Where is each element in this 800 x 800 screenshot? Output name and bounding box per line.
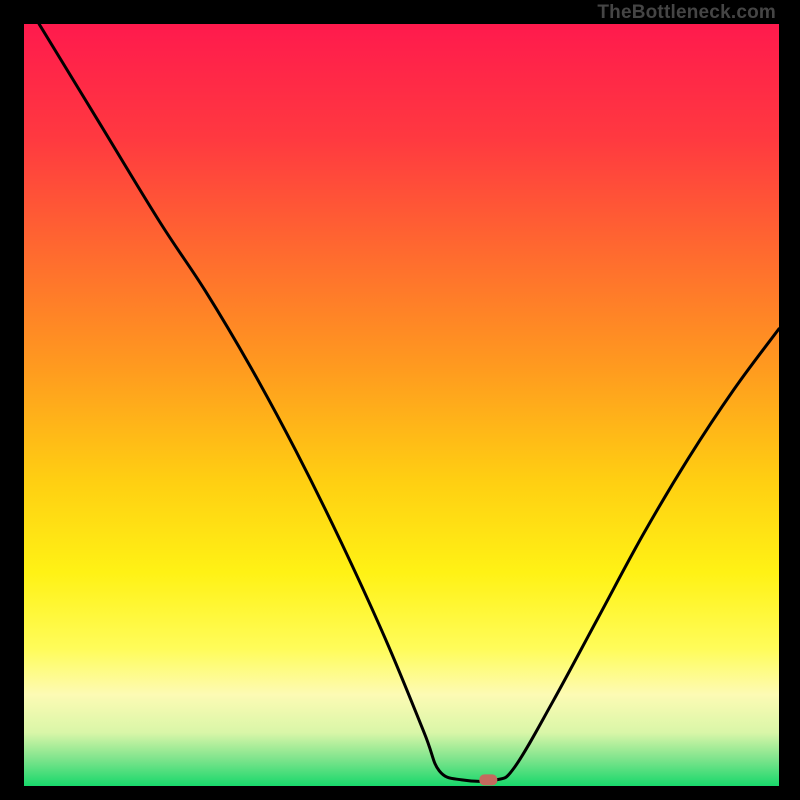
chart-background (24, 24, 779, 786)
optimum-marker (479, 774, 497, 785)
bottleneck-chart (24, 24, 779, 786)
chart-frame (24, 24, 779, 786)
watermark-text: TheBottleneck.com (597, 2, 776, 24)
